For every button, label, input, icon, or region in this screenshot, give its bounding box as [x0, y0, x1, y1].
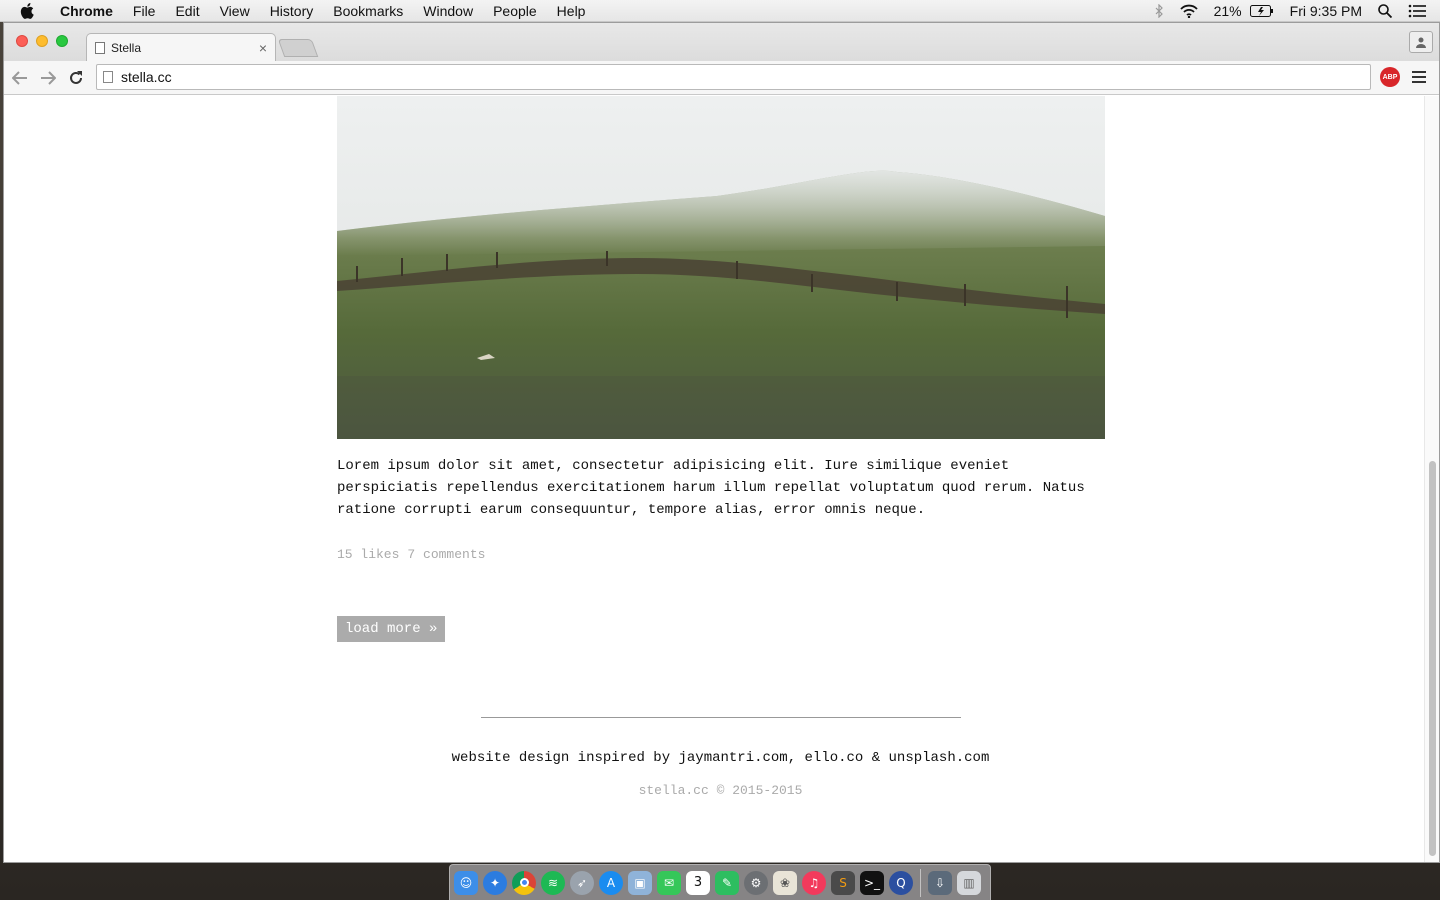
footer-copyright: stella.cc © 2015-2015	[638, 783, 803, 798]
menu-file[interactable]: File	[123, 0, 166, 22]
photos-icon[interactable]: ❀	[773, 870, 797, 895]
wifi-icon[interactable]	[1172, 4, 1206, 18]
likes-count[interactable]: 15 likes	[337, 547, 399, 562]
system-preferences-icon[interactable]: ⚙	[744, 870, 768, 895]
new-tab-button[interactable]	[277, 39, 319, 57]
scrollbar-thumb[interactable]	[1429, 461, 1436, 856]
post-image	[337, 96, 1105, 439]
sublime-text-icon[interactable]: S	[831, 870, 855, 895]
page-viewport: Lorem ipsum dolor sit amet, consectetur …	[4, 96, 1424, 862]
window-close-button[interactable]	[16, 35, 28, 47]
finder-icon[interactable]: ☺	[454, 870, 478, 895]
spotify-icon[interactable]: ≋	[541, 870, 565, 895]
comments-count[interactable]: 7 comments	[407, 547, 485, 562]
menu-app-name[interactable]: Chrome	[50, 0, 123, 22]
forward-arrow-icon[interactable]	[36, 66, 60, 90]
battery-percent: 21%	[1213, 2, 1242, 19]
notification-center-icon[interactable]	[1400, 4, 1440, 18]
preview-icon[interactable]: ▣	[628, 870, 652, 895]
window-zoom-button[interactable]	[56, 35, 68, 47]
terminal-icon[interactable]: >_	[860, 870, 884, 895]
messages-icon[interactable]: ✉	[657, 870, 681, 895]
dock: ☺ ✦ ≋ ➶ A ▣ ✉ 3 ✎ ⚙ ❀ ♫ S >_ Q ⇩ ▥	[449, 864, 991, 900]
menu-bookmarks[interactable]: Bookmarks	[323, 0, 413, 22]
spotlight-search-icon[interactable]	[1370, 3, 1400, 18]
tab-title: Stella	[111, 40, 142, 55]
chrome-menu-icon[interactable]	[1412, 69, 1426, 85]
adblock-plus-icon[interactable]: ABP	[1380, 67, 1400, 87]
tab-stella[interactable]: Stella ×	[86, 33, 276, 61]
post-meta: 15 likes 7 comments	[337, 547, 493, 562]
address-bar-url: stella.cc	[121, 69, 172, 85]
load-more-button[interactable]: load more »	[337, 616, 446, 642]
safari-icon[interactable]: ✦	[483, 870, 507, 895]
evernote-icon[interactable]: ✎	[715, 870, 739, 895]
clock[interactable]: Fri 9:35 PM	[1282, 0, 1370, 22]
itunes-icon[interactable]: ♫	[802, 870, 826, 895]
battery-charging-icon[interactable]	[1249, 4, 1282, 17]
bluetooth-icon[interactable]	[1146, 3, 1172, 18]
profile-icon[interactable]	[1409, 31, 1433, 53]
menu-window[interactable]: Window	[413, 0, 483, 22]
post-body: Lorem ipsum dolor sit amet, consectetur …	[337, 458, 1085, 518]
page-icon	[103, 71, 113, 83]
menu-history[interactable]: History	[260, 0, 324, 22]
menu-edit[interactable]: Edit	[165, 0, 209, 22]
browser-toolbar: stella.cc ABP	[4, 61, 1439, 95]
calendar-icon[interactable]: 3	[686, 870, 710, 895]
menu-people[interactable]: People	[483, 0, 547, 22]
page-scrollbar[interactable]	[1424, 96, 1439, 862]
footer-divider	[481, 717, 961, 718]
tab-strip: Stella ×	[4, 23, 1439, 61]
page-icon	[95, 41, 105, 54]
reload-icon[interactable]	[64, 66, 88, 90]
trash-icon[interactable]: ▥	[957, 870, 981, 895]
address-bar[interactable]: stella.cc	[96, 64, 1371, 90]
footer-credit: website design inspired by jaymantri.com…	[451, 750, 990, 766]
launchpad-icon[interactable]: ➶	[570, 870, 594, 895]
chrome-icon[interactable]	[512, 870, 536, 895]
app-store-icon[interactable]: A	[599, 870, 623, 895]
menu-help[interactable]: Help	[547, 0, 596, 22]
browser-window: Stella × stella.cc ABP Lorem ipsum dolor…	[4, 23, 1439, 862]
quicktime-icon[interactable]: Q	[889, 870, 913, 895]
back-arrow-icon[interactable]	[8, 66, 32, 90]
dock-separator	[920, 868, 921, 897]
tab-close-icon[interactable]: ×	[259, 40, 267, 56]
menu-view[interactable]: View	[210, 0, 260, 22]
menu-bar: Chrome File Edit View History Bookmarks …	[0, 0, 1440, 22]
window-minimize-button[interactable]	[36, 35, 48, 47]
apple-menu-icon[interactable]	[18, 0, 36, 22]
downloads-icon[interactable]: ⇩	[928, 870, 952, 895]
